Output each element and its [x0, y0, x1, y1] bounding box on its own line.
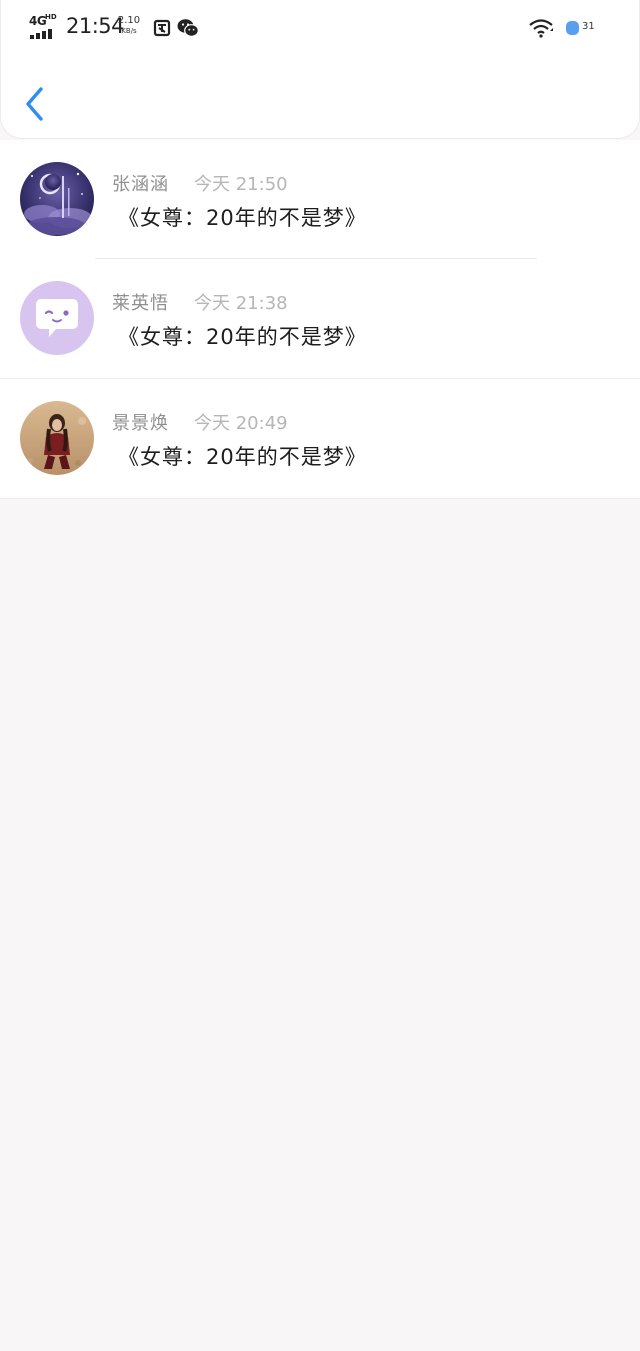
chat-bubble-avatar[interactable] — [20, 281, 94, 355]
list-item[interactable]: 张涵涵 今天 21:50 《女尊：20年的不是梦》 — [0, 140, 640, 259]
battery-icon: 31 — [566, 20, 596, 36]
battery-level: 31 — [582, 21, 595, 32]
commenter-name[interactable]: 莱英悟 — [112, 289, 169, 315]
screenshot-icon — [153, 19, 171, 37]
network-badge: HD — [45, 13, 57, 21]
night-moon-avatar[interactable] — [20, 162, 94, 236]
comment-time: 今天 21:50 — [194, 174, 288, 195]
speed-unit: KB/s — [121, 27, 137, 35]
comment-text: 《女尊：20年的不是梦》 — [118, 206, 367, 230]
wifi-icon — [528, 18, 556, 38]
list-item[interactable]: 莱英悟 今天 21:38 《女尊：20年的不是梦》 — [0, 259, 640, 379]
list-item[interactable]: 景景焕 今天 20:49 《女尊：20年的不是梦》 — [0, 379, 640, 499]
speed-value: 2.10 — [117, 15, 141, 26]
comment-time: 今天 20:49 — [194, 413, 288, 434]
commenter-name[interactable]: 张涵涵 — [112, 170, 169, 196]
photo-avatar[interactable] — [20, 401, 94, 475]
signal-bars — [30, 28, 56, 39]
network-type: 4G — [29, 14, 47, 28]
status-bar: 4G HD 21:54 2.10 KB/s 31 — [0, 0, 640, 56]
chevron-left-icon — [26, 87, 43, 121]
back-button[interactable] — [22, 86, 48, 122]
comment-list-page: 4G HD 21:54 2.10 KB/s 31 张涵涵 今天 21:50 《女… — [0, 0, 640, 1351]
comment-text: 《女尊：20年的不是梦》 — [118, 325, 367, 349]
comment-text: 《女尊：20年的不是梦》 — [118, 445, 367, 469]
signal-icon: 4G HD — [29, 13, 59, 40]
network-speed: 2.10 KB/s — [116, 15, 142, 37]
comment-list: 张涵涵 今天 21:50 《女尊：20年的不是梦》 莱英悟 今天 21:38 《… — [0, 140, 640, 499]
comment-time: 今天 21:38 — [194, 293, 288, 314]
commenter-name[interactable]: 景景焕 — [112, 409, 169, 435]
wechat-icon — [177, 18, 199, 38]
